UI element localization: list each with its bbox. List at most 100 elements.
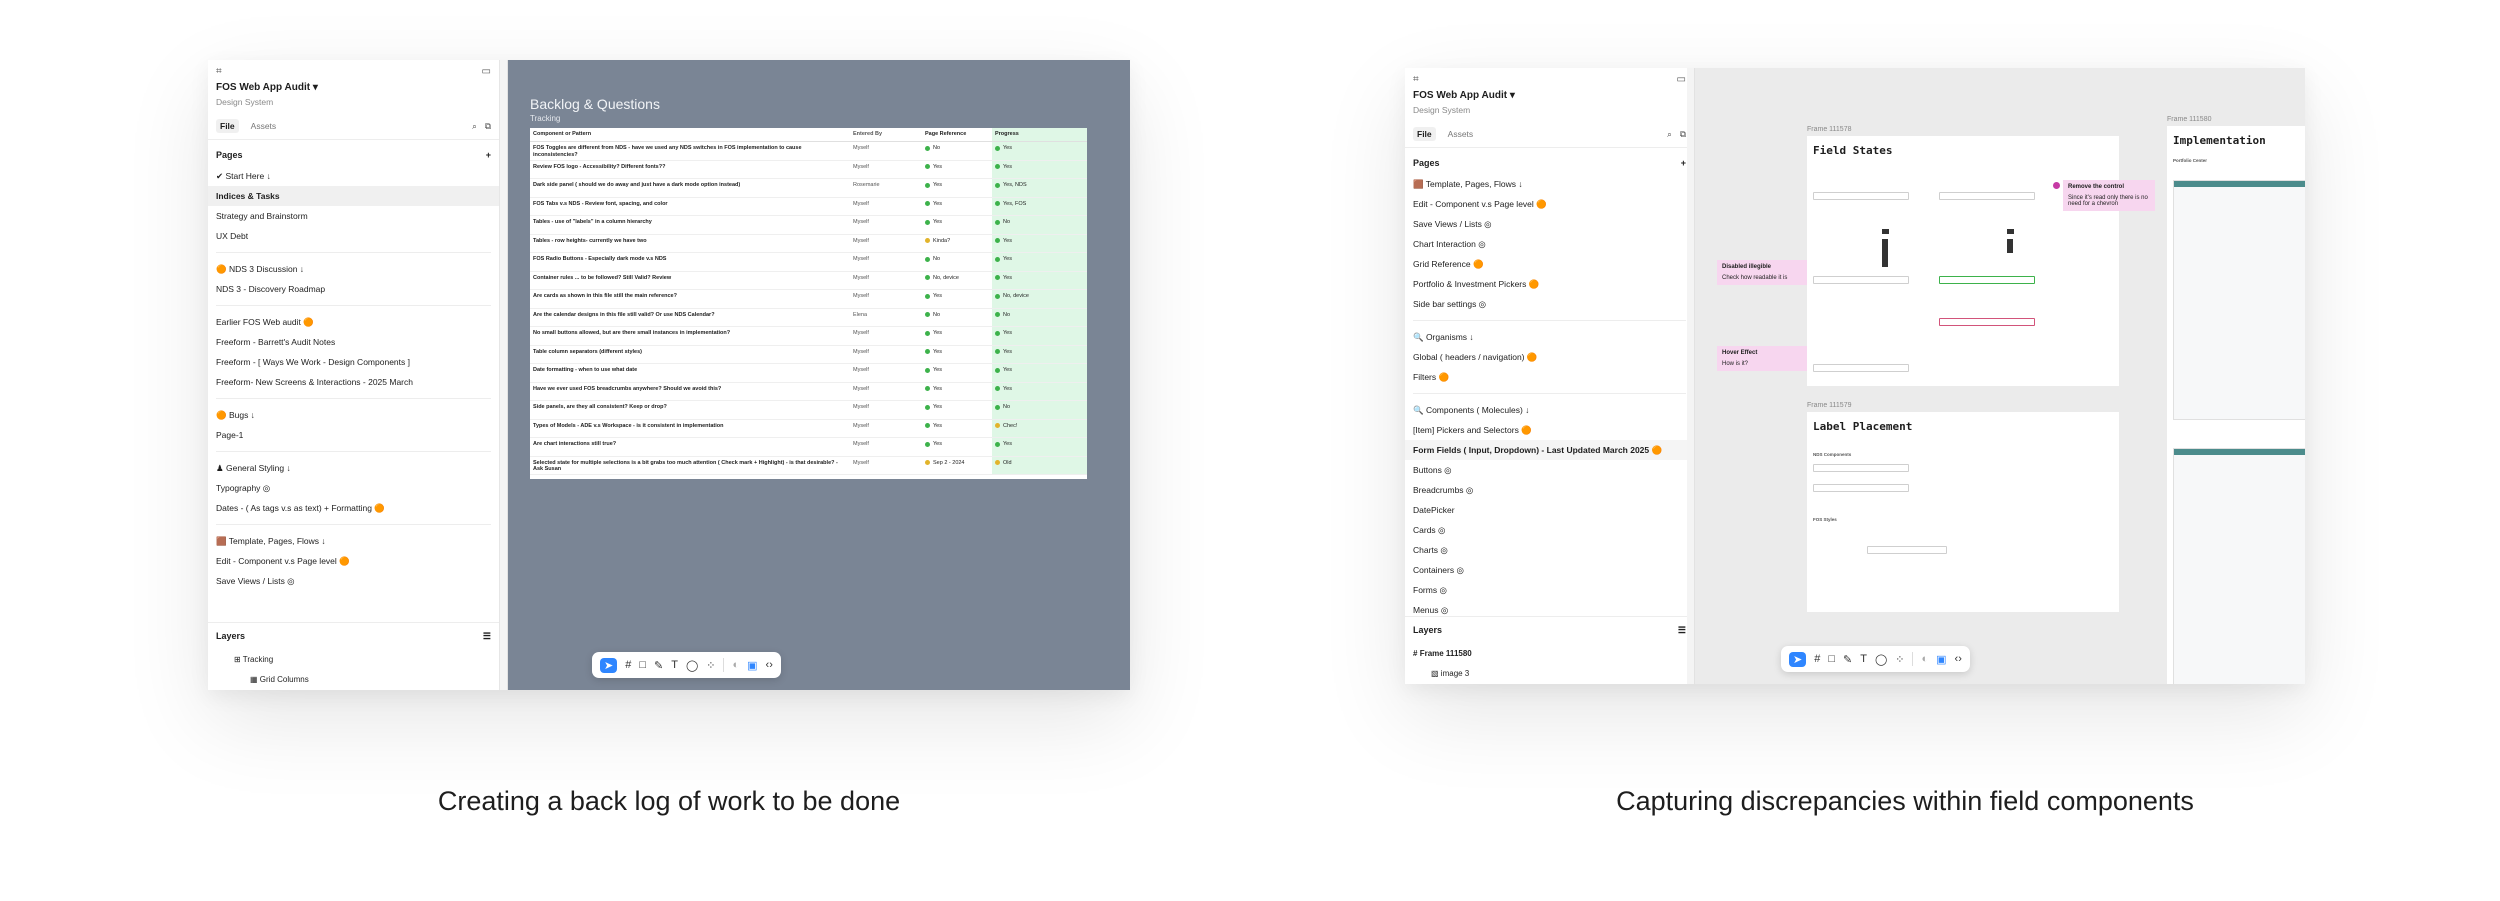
- page-item[interactable]: Dates - ( As tags v.s as text) + Formatt…: [208, 498, 499, 518]
- draw-mode-icon[interactable]: ◐: [732, 659, 739, 671]
- page-item[interactable]: Indices & Tasks: [208, 186, 499, 206]
- frame-implementation[interactable]: Implementation Portfolio Center: [2167, 126, 2305, 684]
- page-item[interactable]: Cards ◎: [1405, 520, 1694, 540]
- page-item[interactable]: Charts ◎: [1405, 540, 1694, 560]
- page-item[interactable]: Chart Interaction ◎: [1405, 234, 1694, 254]
- canvas[interactable]: Frame 111578 Field States Remove the con…: [1695, 68, 2305, 684]
- page-item[interactable]: Freeform - Barrett's Audit Notes: [208, 332, 499, 352]
- text-tool-icon[interactable]: T: [1860, 653, 1867, 665]
- page-item[interactable]: Portfolio & Investment Pickers 🟠: [1405, 274, 1694, 294]
- layer-row[interactable]: ⊞ Tracking: [208, 650, 499, 670]
- layer-row[interactable]: # Frame 111580: [1405, 644, 1694, 664]
- page-item[interactable]: 🟫 Template, Pages, Flows ↓: [208, 531, 499, 551]
- page-item[interactable]: 🔍 Components ( Molecules) ↓: [1405, 400, 1694, 420]
- file-name[interactable]: FOS Web App Audit ▾: [1413, 90, 1686, 101]
- canvas[interactable]: Backlog & Questions Tracking Component o…: [508, 60, 1130, 690]
- comment-tool-icon[interactable]: ◯: [1875, 653, 1887, 666]
- table-row[interactable]: Tables - row heights- currently we have …: [530, 234, 1087, 253]
- tab-file[interactable]: File: [1413, 127, 1436, 141]
- layers-list-icon[interactable]: ☰: [1678, 625, 1686, 636]
- page-item[interactable]: Typography ◎: [208, 478, 499, 498]
- table-row[interactable]: Table column separators (different style…: [530, 345, 1087, 364]
- page-item[interactable]: DatePicker: [1405, 500, 1694, 520]
- panel-icon[interactable]: ▭: [1677, 74, 1686, 85]
- move-tool-icon[interactable]: ➤: [1789, 651, 1807, 667]
- page-item[interactable]: Side bar settings ◎: [1405, 294, 1694, 314]
- page-item[interactable]: Buttons ◎: [1405, 460, 1694, 480]
- page-item[interactable]: Global ( headers / navigation) 🟠: [1405, 347, 1694, 367]
- page-item[interactable]: ♟ General Styling ↓: [208, 458, 499, 478]
- table-row[interactable]: Tables - use of "labels" in a column hie…: [530, 216, 1087, 235]
- move-tool-icon[interactable]: ➤: [600, 657, 618, 673]
- page-item[interactable]: Edit - Component v.s Page level 🟠: [208, 551, 499, 571]
- library-icon[interactable]: ⧉: [1680, 129, 1686, 140]
- page-item[interactable]: Save Views / Lists ◎: [1405, 214, 1694, 234]
- page-item[interactable]: NDS 3 - Discovery Roadmap: [208, 279, 499, 299]
- table-row[interactable]: Have we ever used FOS breadcrumbs anywhe…: [530, 382, 1087, 401]
- page-item[interactable]: [Item] Pickers and Selectors 🟠: [1405, 420, 1694, 440]
- tab-file[interactable]: File: [216, 119, 239, 133]
- table-row[interactable]: Are the calendar designs in this file st…: [530, 308, 1087, 327]
- table-row[interactable]: Are chart interactions still true? Myself…: [530, 438, 1087, 457]
- shape-tool-icon[interactable]: □: [639, 659, 646, 671]
- layers-list-icon[interactable]: ☰: [483, 631, 491, 642]
- table-row[interactable]: Selected state for multiple selections i…: [530, 456, 1087, 475]
- frame-tool-icon[interactable]: #: [625, 659, 631, 671]
- dev-mode-icon[interactable]: ‹›: [1955, 653, 1962, 665]
- page-item[interactable]: UX Debt: [208, 226, 499, 246]
- frame-label-placement[interactable]: Label Placement NDS Components FOS Style…: [1807, 412, 2119, 612]
- frame-tool-icon[interactable]: #: [1814, 653, 1820, 665]
- panel-icon[interactable]: ▭: [482, 66, 491, 77]
- frame-field-states[interactable]: Field States: [1807, 136, 2119, 386]
- search-icon[interactable]: ⌕: [1667, 129, 1672, 140]
- search-icon[interactable]: ⌕: [472, 121, 477, 132]
- draw-mode-icon[interactable]: ◐: [1921, 653, 1928, 665]
- page-item[interactable]: Earlier FOS Web audit 🟠: [208, 312, 499, 332]
- table-row[interactable]: FOS Tabs v.s NDS - Review font, spacing,…: [530, 197, 1087, 216]
- shape-tool-icon[interactable]: □: [1828, 653, 1835, 665]
- pen-tool-icon[interactable]: ✎: [654, 659, 663, 672]
- tab-assets[interactable]: Assets: [251, 121, 277, 131]
- pen-tool-icon[interactable]: ✎: [1843, 653, 1852, 666]
- menu-icon[interactable]: ⌗: [216, 66, 222, 77]
- page-item[interactable]: Containers ◎: [1405, 560, 1694, 580]
- page-item[interactable]: Save Views / Lists ◎: [208, 571, 499, 591]
- page-item[interactable]: 🟠 Bugs ↓: [208, 405, 499, 425]
- page-item[interactable]: ✔ Start Here ↓: [208, 166, 499, 186]
- layer-row[interactable]: ▦ Grid Columns: [208, 670, 499, 690]
- library-icon[interactable]: ⧉: [485, 121, 491, 132]
- table-row[interactable]: Dark side panel ( should we do away and …: [530, 179, 1087, 198]
- add-page-icon[interactable]: +: [1681, 158, 1686, 168]
- page-item[interactable]: Forms ◎: [1405, 580, 1694, 600]
- table-row[interactable]: Are cards as shown in this file still th…: [530, 290, 1087, 309]
- actions-tool-icon[interactable]: ⁘: [706, 659, 715, 672]
- menu-icon[interactable]: ⌗: [1413, 74, 1419, 85]
- comment-tool-icon[interactable]: ◯: [686, 659, 698, 672]
- table-row[interactable]: Side panels, are they all consistent? Ke…: [530, 401, 1087, 420]
- table-row[interactable]: No small buttons allowed, but are there …: [530, 327, 1087, 346]
- page-item[interactable]: Filters 🟠: [1405, 367, 1694, 387]
- page-item[interactable]: Breadcrumbs ◎: [1405, 480, 1694, 500]
- page-item[interactable]: Grid Reference 🟠: [1405, 254, 1694, 274]
- page-item[interactable]: Strategy and Brainstorm: [208, 206, 499, 226]
- design-mode-icon[interactable]: ▣: [1936, 653, 1946, 666]
- table-row[interactable]: Container rules ... to be followed? Stil…: [530, 271, 1087, 290]
- design-mode-icon[interactable]: ▣: [747, 659, 757, 672]
- page-item[interactable]: Freeform - [ Ways We Work - Design Compo…: [208, 352, 499, 372]
- table-row[interactable]: Date formatting - when to use what date M…: [530, 364, 1087, 383]
- tab-assets[interactable]: Assets: [1448, 129, 1474, 139]
- page-item[interactable]: 🟫 Template, Pages, Flows ↓: [1405, 174, 1694, 194]
- page-item[interactable]: 🟠 NDS 3 Discussion ↓: [208, 259, 499, 279]
- dev-mode-icon[interactable]: ‹›: [766, 659, 773, 671]
- file-name[interactable]: FOS Web App Audit ▾: [216, 82, 491, 93]
- page-item[interactable]: Form Fields ( Input, Dropdown) - Last Up…: [1405, 440, 1694, 460]
- page-item[interactable]: Page-1: [208, 425, 499, 445]
- page-item[interactable]: 🔍 Organisms ↓: [1405, 327, 1694, 347]
- page-item[interactable]: Edit - Component v.s Page level 🟠: [1405, 194, 1694, 214]
- table-row[interactable]: FOS Toggles are different from NDS - hav…: [530, 142, 1087, 161]
- backlog-table[interactable]: Component or Pattern Entered By Page Ref…: [530, 128, 1087, 479]
- add-page-icon[interactable]: +: [486, 150, 491, 160]
- table-row[interactable]: FOS Radio Buttons - Especially dark mode…: [530, 253, 1087, 272]
- table-row[interactable]: Review FOS logo - Accessibility? Differe…: [530, 160, 1087, 179]
- table-row[interactable]: Types of Models - ADE v.s Workspace - is…: [530, 419, 1087, 438]
